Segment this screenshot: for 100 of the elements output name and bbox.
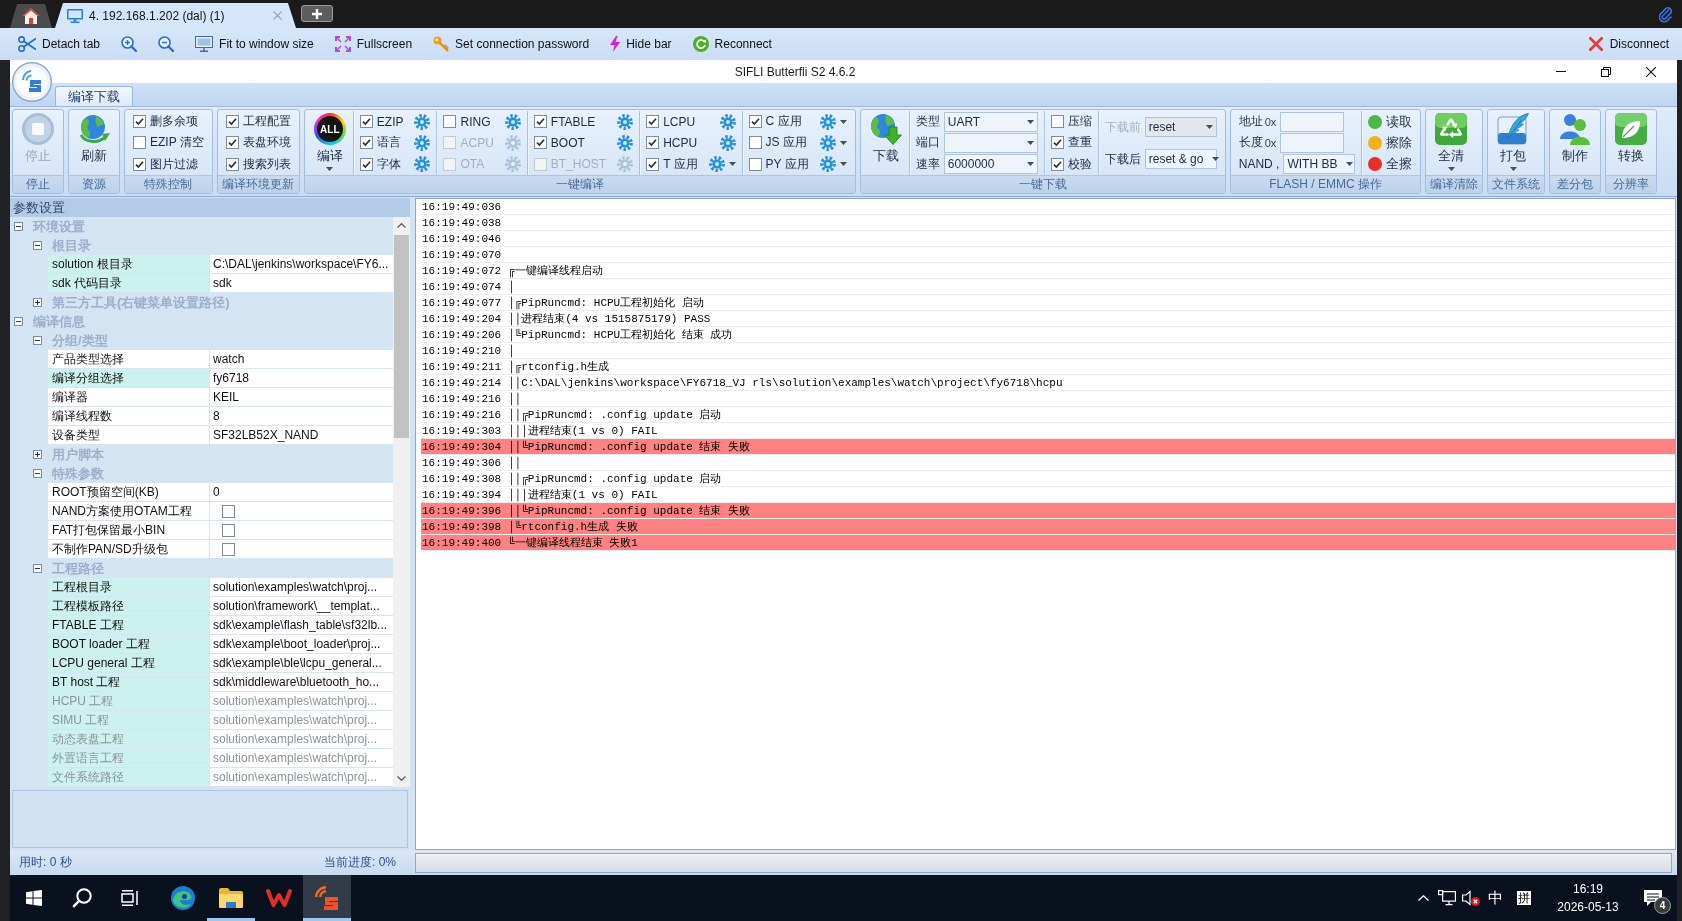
app-logo-icon[interactable] <box>12 62 52 102</box>
windows-logo-icon[interactable] <box>26 890 42 906</box>
property-value[interactable]: solution\framework\__templat... <box>210 597 393 616</box>
checkbox-label[interactable]: HCPU <box>663 136 698 150</box>
checkbox[interactable] <box>1050 136 1064 150</box>
dropdown[interactable]: 6000000 <box>943 154 1038 175</box>
gear-icon[interactable] <box>819 135 836 151</box>
close-icon[interactable] <box>1645 66 1656 77</box>
input-field[interactable] <box>1280 133 1345 153</box>
checkbox[interactable] <box>133 157 146 171</box>
task-view-icon[interactable] <box>121 890 139 906</box>
ribbon-button[interactable]: 转换 <box>1608 111 1655 175</box>
checkbox-label[interactable]: LCPU <box>663 114 696 129</box>
speaker-muted-icon[interactable] <box>1462 890 1480 906</box>
checkbox[interactable] <box>646 136 660 150</box>
gear-icon[interactable] <box>414 135 431 151</box>
checkbox-label[interactable]: 语言 <box>376 134 401 152</box>
zoom-in-icon[interactable] <box>121 36 138 52</box>
checkbox-label[interactable]: 查重 <box>1067 134 1092 152</box>
checkbox[interactable] <box>443 115 457 129</box>
disconnect-button[interactable]: Disconnect <box>1582 33 1674 55</box>
checkbox[interactable] <box>225 115 239 129</box>
checkbox[interactable] <box>646 115 660 129</box>
checkbox[interactable] <box>359 115 373 129</box>
toolbar-button[interactable]: Fullscreen <box>329 33 418 55</box>
property-value[interactable]: C:\DAL\jenkins\workspace\FY6... <box>210 255 393 274</box>
property-value[interactable]: sdk\example\flash_table\sf32lb... <box>210 616 393 635</box>
checkbox[interactable] <box>1050 157 1064 171</box>
clock-time[interactable]: 16:19 <box>1573 882 1603 896</box>
property-value[interactable]: watch <box>210 350 393 369</box>
scrollbar[interactable] <box>393 217 410 787</box>
checkbox[interactable] <box>748 115 762 129</box>
checkbox-label[interactable]: 图片过滤 <box>150 155 198 173</box>
checkbox-label[interactable]: EZIP 清空 <box>150 134 204 152</box>
checkbox[interactable] <box>225 136 239 150</box>
network-icon[interactable] <box>1438 890 1456 906</box>
action-button[interactable]: 擦除 <box>1368 134 1413 152</box>
checkbox-label[interactable]: T 应用 <box>663 155 698 173</box>
restore-icon[interactable] <box>1600 66 1611 77</box>
checkbox-label[interactable]: 压缩 <box>1067 113 1092 131</box>
expand-icon[interactable] <box>33 450 42 459</box>
action-button[interactable]: 全擦 <box>1368 155 1413 174</box>
checkbox-label[interactable]: PY 应用 <box>765 155 809 173</box>
checkbox[interactable] <box>748 157 762 171</box>
checkbox-label[interactable]: BOOT <box>550 136 585 150</box>
ribbon-button[interactable]: 刷新 <box>71 111 117 175</box>
checkbox[interactable] <box>748 136 762 150</box>
property-value[interactable]: SF32LB52X_NAND <box>210 426 393 445</box>
checkbox-label[interactable]: EZIP <box>376 114 404 129</box>
checkbox[interactable] <box>646 157 660 171</box>
minimize-icon[interactable] <box>1555 71 1566 72</box>
property-value[interactable]: solution\examples\watch\proj... <box>210 578 393 597</box>
session-tab[interactable]: 4. 192.168.1.202 (dal) (1) <box>55 3 296 28</box>
search-icon[interactable] <box>72 888 92 908</box>
property-value[interactable]: sdk\example\ble\lcpu_general... <box>210 654 393 673</box>
ribbon-button[interactable]: 全清 <box>1428 111 1475 175</box>
gear-icon[interactable] <box>617 135 634 151</box>
checkbox-label[interactable]: JS 应用 <box>765 134 807 152</box>
ribbon-tab[interactable]: 编译下载 <box>55 86 133 106</box>
gear-icon[interactable] <box>708 156 725 173</box>
collapse-icon[interactable] <box>14 222 23 231</box>
toolbar-button[interactable]: Detach tab <box>13 33 106 55</box>
dropdown[interactable]: reset & go <box>1144 149 1217 169</box>
property-value[interactable]: sdk\middleware\bluetooth_ho... <box>210 673 393 692</box>
property-value[interactable]: sdk\example\boot_loader\proj... <box>210 635 393 654</box>
collapse-icon[interactable] <box>33 469 42 478</box>
gear-icon[interactable] <box>414 156 431 173</box>
checkbox-label[interactable]: 搜索列表 <box>242 155 291 173</box>
ime-indicator[interactable]: 拼 <box>1517 891 1531 905</box>
checkbox-label[interactable]: 工程配置 <box>242 113 291 131</box>
toolbar-button[interactable]: Fit to window size <box>190 33 319 55</box>
ribbon-button[interactable]: 打包 <box>1490 111 1537 175</box>
checkbox-label[interactable]: 删多余项 <box>150 113 198 131</box>
checkbox[interactable] <box>225 157 239 171</box>
input-field[interactable] <box>1280 111 1345 132</box>
scrollbar-thumb[interactable] <box>394 235 409 438</box>
gear-icon[interactable] <box>719 135 736 151</box>
collapse-icon[interactable] <box>33 564 42 573</box>
checkbox[interactable] <box>533 136 547 150</box>
checkbox[interactable] <box>222 523 235 537</box>
property-value[interactable]: 8 <box>210 407 393 426</box>
checkbox[interactable] <box>222 542 235 556</box>
dropdown[interactable]: WITH BB <box>1283 154 1356 175</box>
ime-mode[interactable]: 中 <box>1487 888 1503 908</box>
zoom-out-icon[interactable] <box>158 36 175 52</box>
chevron-down-icon[interactable] <box>397 776 406 781</box>
property-value[interactable]: fy6718 <box>210 369 393 388</box>
checkbox[interactable] <box>133 115 146 129</box>
property-value[interactable]: 0 <box>210 483 393 502</box>
collapse-icon[interactable] <box>14 317 23 326</box>
toolbar-button[interactable]: Hide bar <box>605 33 677 55</box>
toolbar-button[interactable]: Reconnect <box>687 33 777 55</box>
checkbox-label[interactable]: RING <box>460 114 491 129</box>
action-button[interactable]: 读取 <box>1368 112 1413 131</box>
dropdown[interactable]: UART <box>943 111 1038 132</box>
checkbox[interactable] <box>133 136 146 150</box>
gear-icon[interactable] <box>414 113 431 130</box>
checkbox-label[interactable]: 字体 <box>376 155 401 173</box>
property-value[interactable]: sdk <box>210 274 393 293</box>
toolbar-button[interactable]: Set connection password <box>428 33 595 55</box>
